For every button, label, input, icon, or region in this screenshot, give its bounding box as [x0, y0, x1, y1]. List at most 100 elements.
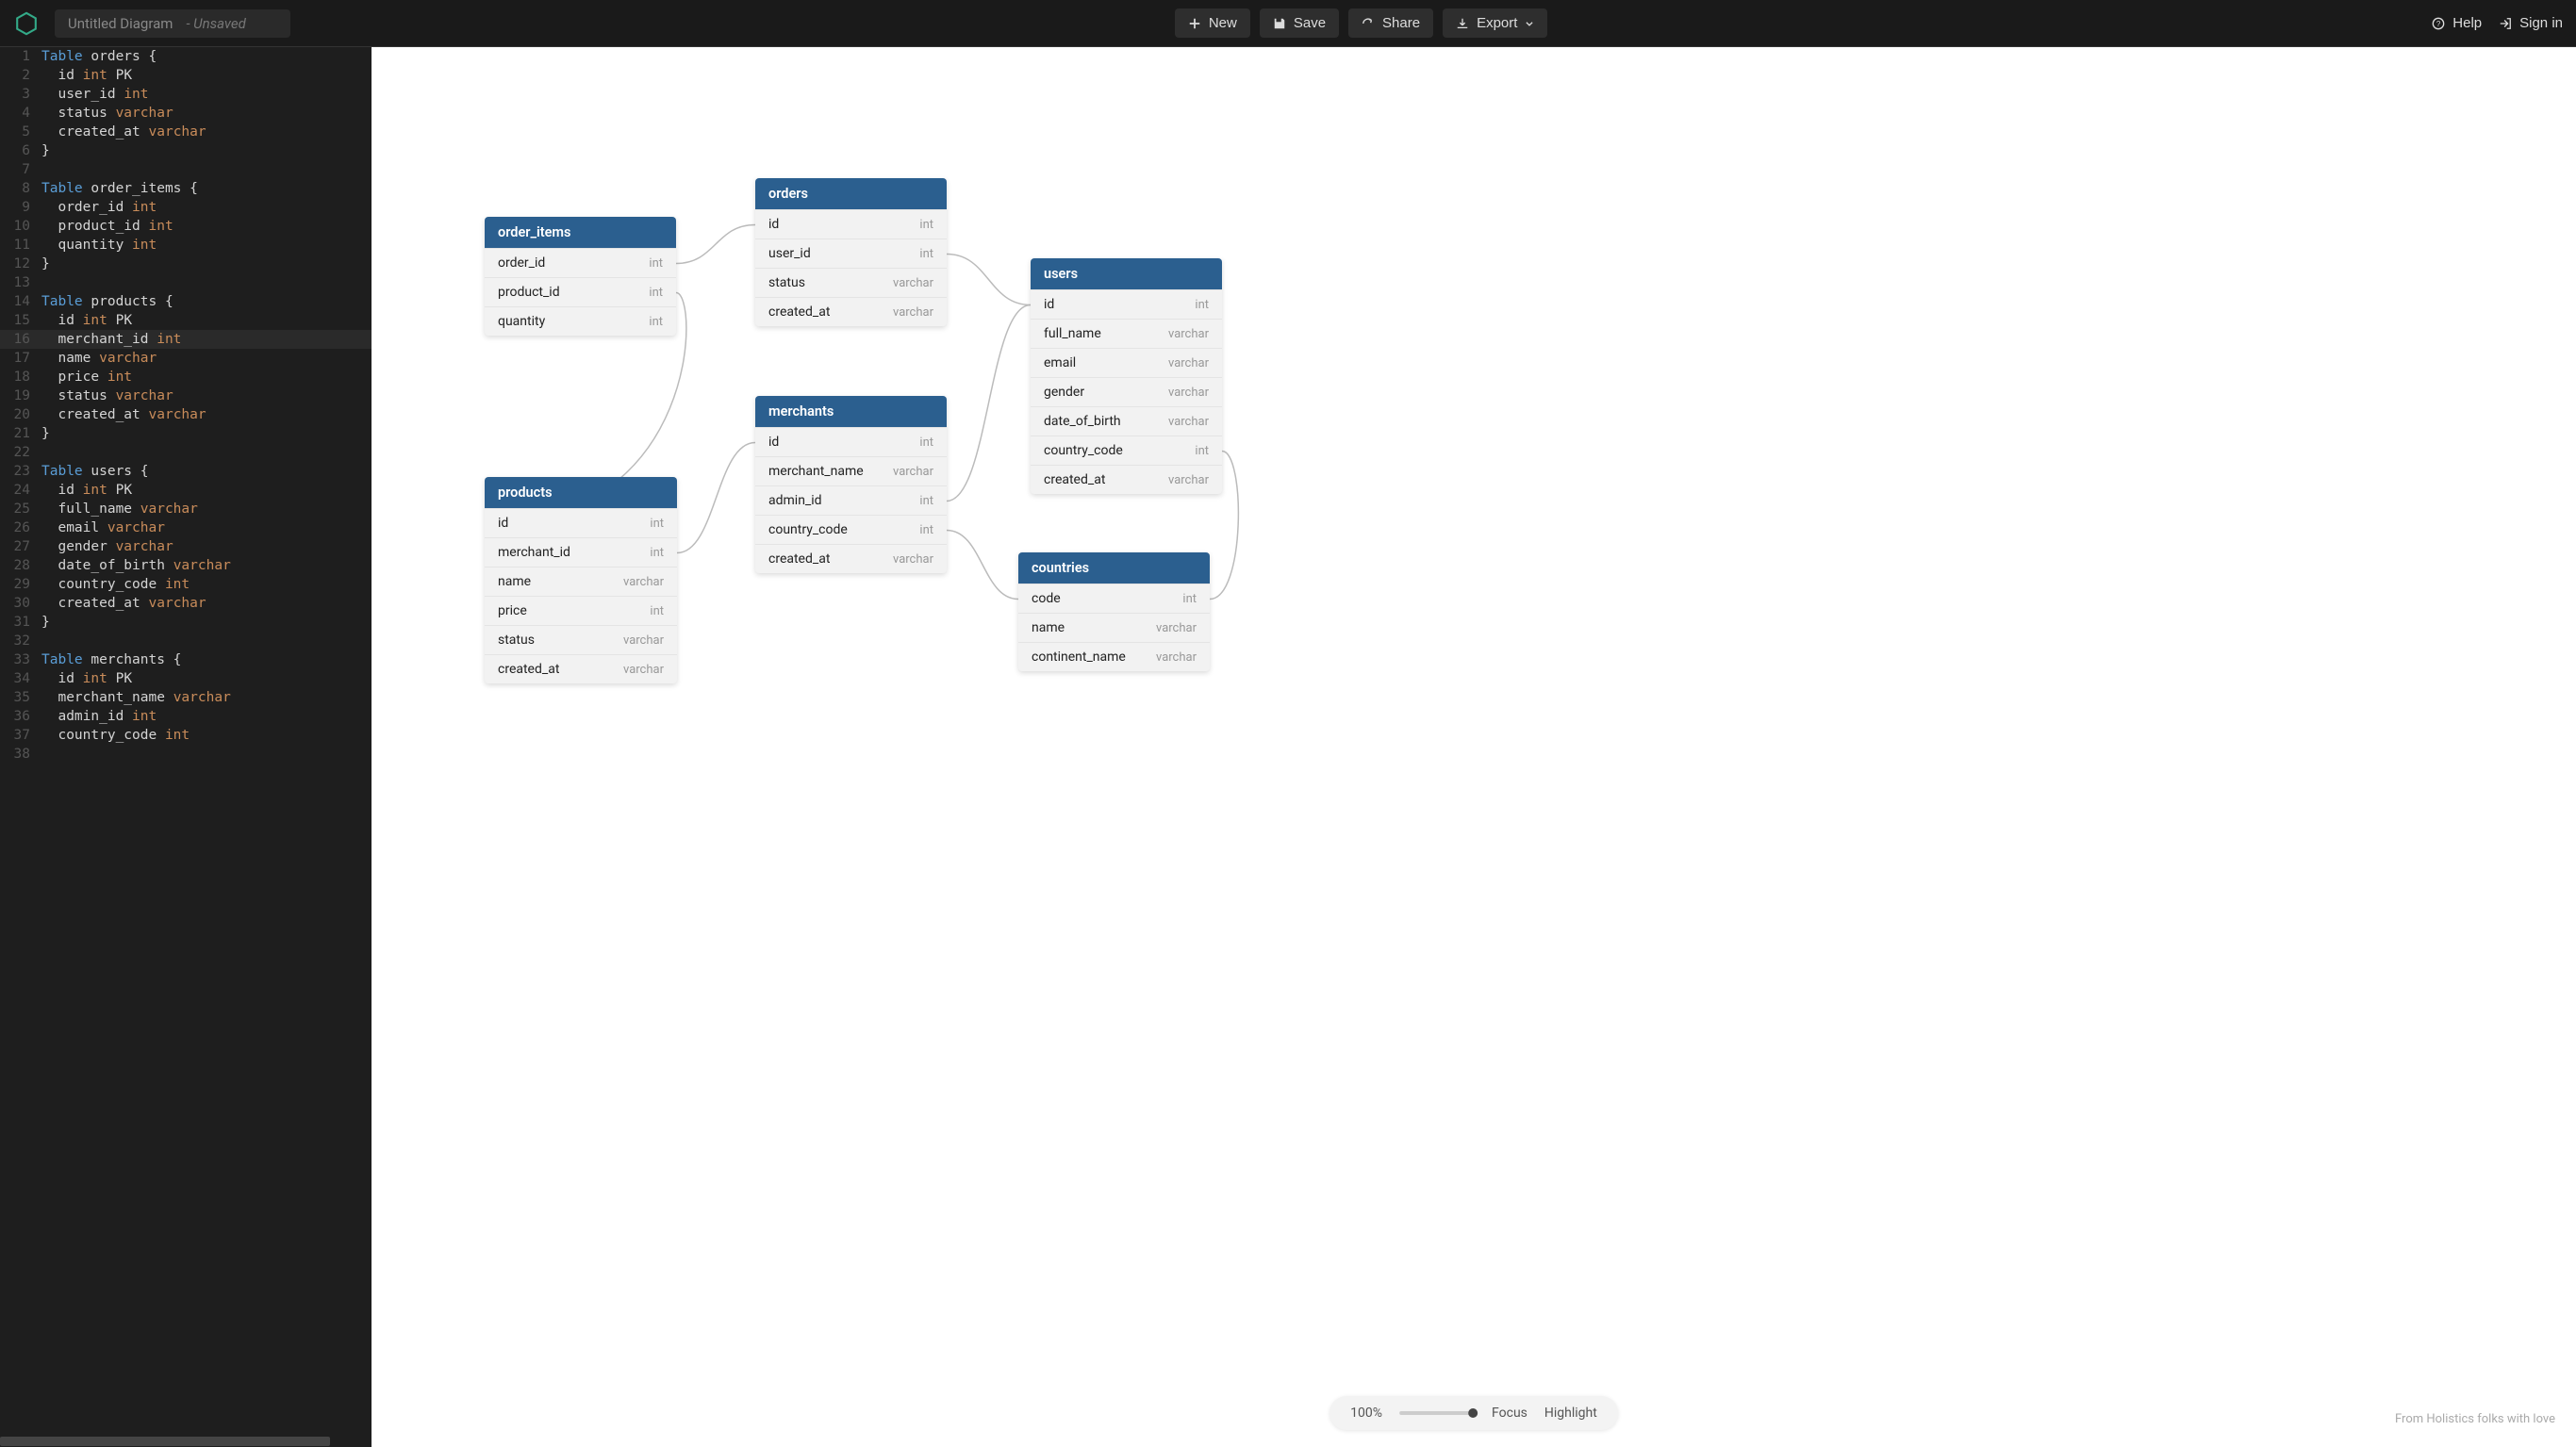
diagram-canvas[interactable]: order_itemsorder_idintproduct_idintquant… [372, 47, 2576, 1447]
table-users[interactable]: usersidintfull_namevarcharemailvarcharge… [1031, 258, 1222, 494]
code-line[interactable]: 9 order_id int [0, 198, 372, 217]
focus-toggle[interactable]: Focus [1492, 1406, 1527, 1421]
field-name: full_name [1044, 326, 1101, 341]
code-line[interactable]: 1Table orders { [0, 47, 372, 66]
table-field[interactable]: priceint [485, 596, 677, 625]
table-field[interactable]: merchant_namevarchar [755, 456, 947, 485]
code-line[interactable]: 37 country_code int [0, 726, 372, 745]
zoom-slider-handle[interactable] [1468, 1408, 1478, 1418]
code-line[interactable]: 33Table merchants { [0, 650, 372, 669]
table-header[interactable]: order_items [485, 217, 676, 248]
code-line[interactable]: 35 merchant_name varchar [0, 688, 372, 707]
code-line[interactable]: 26 email varchar [0, 518, 372, 537]
table-field[interactable]: country_codeint [755, 515, 947, 544]
table-header[interactable]: countries [1018, 552, 1210, 584]
code-line[interactable]: 20 created_at varchar [0, 405, 372, 424]
table-field[interactable]: statusvarchar [485, 625, 677, 654]
code-editor[interactable]: 1Table orders {2 id int PK3 user_id int4… [0, 47, 372, 1447]
scrollbar-thumb[interactable] [0, 1437, 330, 1446]
code-line[interactable]: 31} [0, 613, 372, 632]
code-line[interactable]: 23Table users { [0, 462, 372, 481]
code-line[interactable]: 2 id int PK [0, 66, 372, 85]
table-field[interactable]: idint [755, 427, 947, 456]
table-field[interactable]: created_atvarchar [755, 297, 947, 326]
table-header[interactable]: users [1031, 258, 1222, 289]
diagram-title-area[interactable]: Untitled Diagram - Unsaved [55, 9, 290, 38]
table-field[interactable]: idint [485, 508, 677, 537]
table-field[interactable]: admin_idint [755, 485, 947, 515]
export-button[interactable]: Export [1443, 8, 1547, 38]
code-line[interactable]: 21} [0, 424, 372, 443]
code-line[interactable]: 29 country_code int [0, 575, 372, 594]
help-link[interactable]: ? Help [2432, 15, 2482, 31]
code-line[interactable]: 30 created_at varchar [0, 594, 372, 613]
code-line[interactable]: 25 full_name varchar [0, 500, 372, 518]
table-field[interactable]: namevarchar [1018, 613, 1210, 642]
table-field[interactable]: date_of_birthvarchar [1031, 406, 1222, 436]
signin-link[interactable]: Sign in [2499, 15, 2563, 31]
editor-horizontal-scrollbar[interactable] [0, 1436, 360, 1447]
table-orders[interactable]: ordersidintuser_idintstatusvarcharcreate… [755, 178, 947, 326]
line-number: 11 [0, 236, 41, 255]
line-number: 34 [0, 669, 41, 688]
code-line[interactable]: 3 user_id int [0, 85, 372, 104]
table-field[interactable]: full_namevarchar [1031, 319, 1222, 348]
table-field[interactable]: merchant_idint [485, 537, 677, 567]
code-line[interactable]: 6} [0, 141, 372, 160]
code-line[interactable]: 15 id int PK [0, 311, 372, 330]
code-line[interactable]: 14Table products { [0, 292, 372, 311]
table-merchants[interactable]: merchantsidintmerchant_namevarcharadmin_… [755, 396, 947, 573]
code-line[interactable]: 5 created_at varchar [0, 123, 372, 141]
table-field[interactable]: idint [1031, 289, 1222, 319]
code-line[interactable]: 38 [0, 745, 372, 764]
table-field[interactable]: created_atvarchar [1031, 465, 1222, 494]
table-field[interactable]: product_idint [485, 277, 676, 306]
code-line[interactable]: 27 gender varchar [0, 537, 372, 556]
table-field[interactable]: statusvarchar [755, 268, 947, 297]
code-line[interactable]: 18 price int [0, 368, 372, 386]
code-line[interactable]: 28 date_of_birth varchar [0, 556, 372, 575]
highlight-toggle[interactable]: Highlight [1544, 1406, 1597, 1421]
zoom-slider[interactable] [1399, 1411, 1475, 1415]
table-field[interactable]: created_atvarchar [755, 544, 947, 573]
table-header[interactable]: orders [755, 178, 947, 209]
new-button[interactable]: New [1175, 8, 1250, 38]
code-line[interactable]: 11 quantity int [0, 236, 372, 255]
table-header[interactable]: merchants [755, 396, 947, 427]
code-line[interactable]: 22 [0, 443, 372, 462]
table-countries[interactable]: countriescodeintnamevarcharcontinent_nam… [1018, 552, 1210, 671]
share-button[interactable]: Share [1348, 8, 1433, 38]
code-line[interactable]: 24 id int PK [0, 481, 372, 500]
code-line[interactable]: 7 [0, 160, 372, 179]
code-line[interactable]: 12} [0, 255, 372, 273]
table-field[interactable]: country_codeint [1031, 436, 1222, 465]
code-content: id int PK [41, 669, 372, 688]
code-line[interactable]: 34 id int PK [0, 669, 372, 688]
code-content: Table users { [41, 462, 372, 481]
code-line[interactable]: 32 [0, 632, 372, 650]
code-line[interactable]: 10 product_id int [0, 217, 372, 236]
table-field[interactable]: gendervarchar [1031, 377, 1222, 406]
table-field[interactable]: created_atvarchar [485, 654, 677, 683]
code-line[interactable]: 19 status varchar [0, 386, 372, 405]
code-line[interactable]: 17 name varchar [0, 349, 372, 368]
table-field[interactable]: namevarchar [485, 567, 677, 596]
table-field[interactable]: idint [755, 209, 947, 238]
field-type: varchar [893, 552, 933, 567]
code-line[interactable]: 13 [0, 273, 372, 292]
table-header[interactable]: products [485, 477, 677, 508]
table-field[interactable]: continent_namevarchar [1018, 642, 1210, 671]
code-line[interactable]: 8Table order_items { [0, 179, 372, 198]
table-field[interactable]: user_idint [755, 238, 947, 268]
code-line[interactable]: 4 status varchar [0, 104, 372, 123]
table-field[interactable]: order_idint [485, 248, 676, 277]
code-line[interactable]: 16 merchant_id int [0, 330, 372, 349]
table-order_items[interactable]: order_itemsorder_idintproduct_idintquant… [485, 217, 676, 336]
table-field[interactable]: codeint [1018, 584, 1210, 613]
table-field[interactable]: emailvarchar [1031, 348, 1222, 377]
table-products[interactable]: productsidintmerchant_idintnamevarcharpr… [485, 477, 677, 683]
table-field[interactable]: quantityint [485, 306, 676, 336]
code-line[interactable]: 36 admin_id int [0, 707, 372, 726]
logo-icon[interactable] [13, 10, 40, 37]
save-button[interactable]: Save [1260, 8, 1339, 38]
